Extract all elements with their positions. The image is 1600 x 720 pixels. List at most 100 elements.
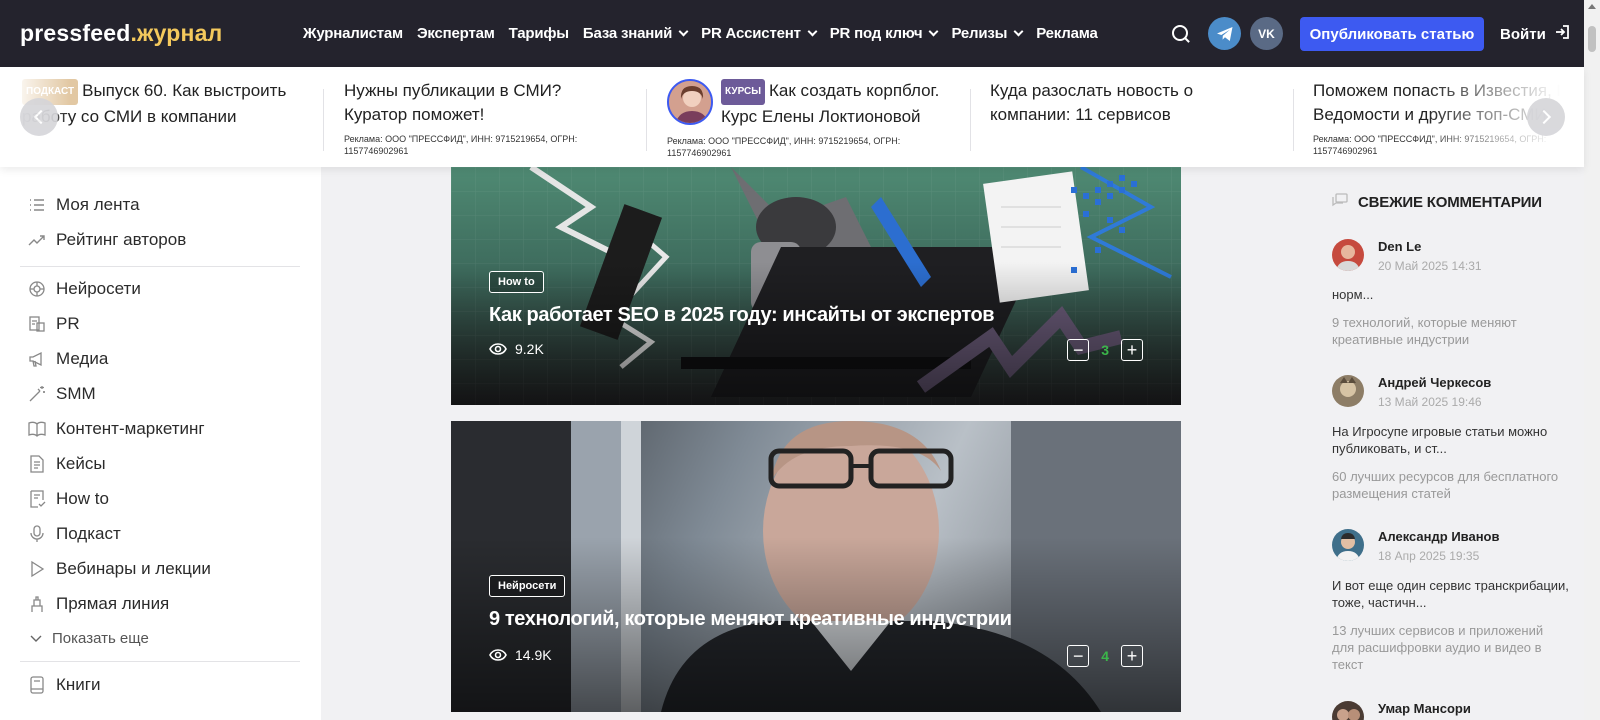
search-icon[interactable] bbox=[1172, 25, 1188, 41]
ad-disclaimer: Реклама: ООО "ПРЕССФИД", ИНН: 9715219654… bbox=[667, 136, 901, 158]
ticker-title: ПОДКАСТ Выпуск 60. Как выстроить работу с… bbox=[22, 79, 287, 126]
vote-count: 4 bbox=[1101, 648, 1109, 664]
article-title[interactable]: Как работает SEO в 2025 году: инсайты от… bbox=[489, 304, 995, 327]
sidebar-divider bbox=[20, 661, 300, 662]
avatar[interactable] bbox=[1332, 529, 1364, 561]
sidebar-item-media[interactable]: Медиа bbox=[28, 349, 108, 369]
carousel-prev-button[interactable] bbox=[20, 98, 58, 136]
doc-icon bbox=[28, 455, 46, 473]
checklist-icon bbox=[28, 490, 46, 508]
comment-article-link[interactable]: 13 лучших сервисов и приложений для расш… bbox=[1332, 622, 1567, 673]
login-arrow-icon bbox=[1554, 24, 1570, 44]
sidebar-item-smm[interactable]: SMM bbox=[28, 384, 96, 404]
ticker-item[interactable]: КУРСЫ Как создать корпблог. Курс Елены Ло… bbox=[667, 79, 952, 159]
book-closed-icon bbox=[28, 676, 46, 694]
chevron-down-icon bbox=[30, 629, 42, 647]
chevron-down-icon bbox=[928, 26, 939, 37]
category-tag[interactable]: How to bbox=[489, 271, 544, 293]
ticker-title: Нужны публикации в СМИ? Куратор поможет! bbox=[344, 81, 562, 124]
top-navbar: pressfeed.журнал Журналистам Экспертам Т… bbox=[0, 0, 1584, 67]
category-tag[interactable]: Нейросети bbox=[489, 575, 566, 597]
site-logo[interactable]: pressfeed.журнал bbox=[20, 20, 222, 47]
comment-text[interactable]: На Игросупе игровые статьи можно публико… bbox=[1332, 423, 1572, 457]
sidebar-item-ai[interactable]: Нейросети bbox=[28, 279, 141, 299]
vote-count: 3 bbox=[1101, 342, 1109, 358]
chevron-down-icon bbox=[678, 26, 689, 37]
ticker-title: Куда разослать новость о компании: 11 се… bbox=[990, 81, 1194, 124]
sidebar-item-hotline[interactable]: Прямая линия bbox=[28, 594, 169, 614]
mic-icon bbox=[28, 525, 46, 543]
scroll-up-arrow-icon[interactable] bbox=[1588, 4, 1596, 9]
chevron-left-icon bbox=[33, 109, 49, 125]
hand-icon bbox=[28, 595, 46, 613]
wand-icon bbox=[28, 385, 46, 403]
comment-author[interactable]: Андрей Черкесов bbox=[1378, 375, 1491, 390]
vk-icon[interactable]: VK bbox=[1250, 17, 1283, 50]
show-more-button[interactable]: Показать еще bbox=[30, 629, 149, 647]
nav-pr-turnkey[interactable]: PR под ключ bbox=[830, 25, 939, 42]
comment-date: 18 Апр 2025 19:35 bbox=[1378, 549, 1480, 563]
comment-text[interactable]: И вот еще один сервис транскрибации, тож… bbox=[1332, 577, 1572, 611]
nav-pricing[interactable]: Тарифы bbox=[509, 25, 569, 42]
comment-author[interactable]: Den Le bbox=[1378, 239, 1421, 254]
article-card[interactable]: How to Как работает SEO в 2025 году: инс… bbox=[451, 167, 1181, 405]
page-scrollbar[interactable] bbox=[1584, 0, 1600, 720]
sidebar-item-how-to[interactable]: How to bbox=[28, 489, 109, 509]
downvote-button[interactable]: − bbox=[1067, 339, 1090, 361]
comment-article-link[interactable]: 9 технологий, которые меняют креативные … bbox=[1332, 314, 1567, 348]
course-badge: КУРСЫ bbox=[721, 79, 766, 105]
eye-icon bbox=[489, 649, 507, 661]
sidebar-item-author-rating[interactable]: Рейтинг авторов bbox=[28, 230, 186, 250]
nav-releases[interactable]: Релизы bbox=[951, 25, 1024, 42]
comment-author[interactable]: Александр Иванов bbox=[1378, 529, 1500, 544]
ticker-item[interactable]: Нужны публикации в СМИ? Куратор поможет!… bbox=[344, 79, 609, 159]
avatar[interactable] bbox=[1332, 701, 1364, 720]
article-card[interactable]: Нейросети 9 технологий, которые меняют к… bbox=[451, 421, 1181, 712]
nav-advertising[interactable]: Реклама bbox=[1036, 25, 1098, 42]
carousel-next-button[interactable] bbox=[1527, 98, 1565, 136]
telegram-icon[interactable] bbox=[1208, 17, 1241, 50]
ticker-item[interactable]: ПОДКАСТ Выпуск 60. Как выстроить работу с… bbox=[22, 79, 307, 159]
article-title[interactable]: 9 технологий, которые меняют креативные … bbox=[489, 608, 1012, 631]
play-icon bbox=[28, 560, 46, 578]
chevron-down-icon bbox=[807, 26, 818, 37]
sidebar-item-podcast[interactable]: Подкаст bbox=[28, 524, 121, 544]
ticker-item[interactable]: Куда разослать новость о компании: 11 се… bbox=[990, 79, 1245, 159]
nav-pr-assistant[interactable]: PR Ассистент bbox=[701, 25, 818, 42]
comment-item: Андрей Черкесов 13 Май 2025 19:46 На Игр… bbox=[1332, 375, 1572, 515]
comment-item: Александр Иванов 18 Апр 2025 19:35 И вот… bbox=[1332, 529, 1572, 679]
upvote-button[interactable]: + bbox=[1121, 339, 1143, 361]
comment-article-link[interactable]: 60 лучших ресурсов для бесплатного разме… bbox=[1332, 468, 1567, 502]
login-button[interactable]: Войти bbox=[1500, 24, 1570, 44]
list-icon bbox=[28, 196, 46, 214]
sidebar-item-books[interactable]: Книги bbox=[28, 675, 100, 695]
comments-icon bbox=[1332, 193, 1348, 211]
nav-experts[interactable]: Экспертам bbox=[417, 25, 495, 42]
nav-journalists[interactable]: Журналистам bbox=[303, 25, 403, 42]
upvote-button[interactable]: + bbox=[1121, 645, 1143, 667]
ad-disclaimer: Реклама: ООО "ПРЕССФИД", ИНН: 9715219654… bbox=[1313, 134, 1547, 156]
megaphone-icon bbox=[28, 350, 46, 368]
comment-author[interactable]: Умар Мансори bbox=[1378, 701, 1471, 716]
comment-text[interactable]: норм... bbox=[1332, 286, 1572, 303]
sidebar-item-cases[interactable]: Кейсы bbox=[28, 454, 106, 474]
view-count: 9.2K bbox=[489, 341, 544, 357]
sidebar-item-webinars[interactable]: Вебинары и лекции bbox=[28, 559, 211, 579]
pr-icon bbox=[28, 315, 46, 333]
sidebar-item-content-marketing[interactable]: Контент-маркетинг bbox=[28, 419, 205, 439]
sidebar-item-my-feed[interactable]: Моя лента bbox=[28, 195, 140, 215]
eye-icon bbox=[489, 343, 507, 355]
book-icon bbox=[28, 420, 46, 438]
promo-ticker: ПОДКАСТ Выпуск 60. Как выстроить работу с… bbox=[0, 67, 1584, 167]
sidebar-item-pr[interactable]: PR bbox=[28, 314, 80, 334]
publish-article-button[interactable]: Опубликовать статью bbox=[1300, 17, 1484, 51]
downvote-button[interactable]: − bbox=[1067, 645, 1090, 667]
vote-widget: − 4 + bbox=[1067, 645, 1143, 667]
comment-item: Умар Мансори bbox=[1332, 701, 1572, 720]
nav-knowledge-base[interactable]: База знаний bbox=[583, 25, 689, 42]
comment-date: 20 Май 2025 14:31 bbox=[1378, 259, 1482, 273]
avatar[interactable] bbox=[1332, 375, 1364, 407]
scroll-thumb[interactable] bbox=[1588, 26, 1596, 52]
avatar[interactable] bbox=[1332, 239, 1364, 271]
vote-widget: − 3 + bbox=[1067, 339, 1143, 361]
